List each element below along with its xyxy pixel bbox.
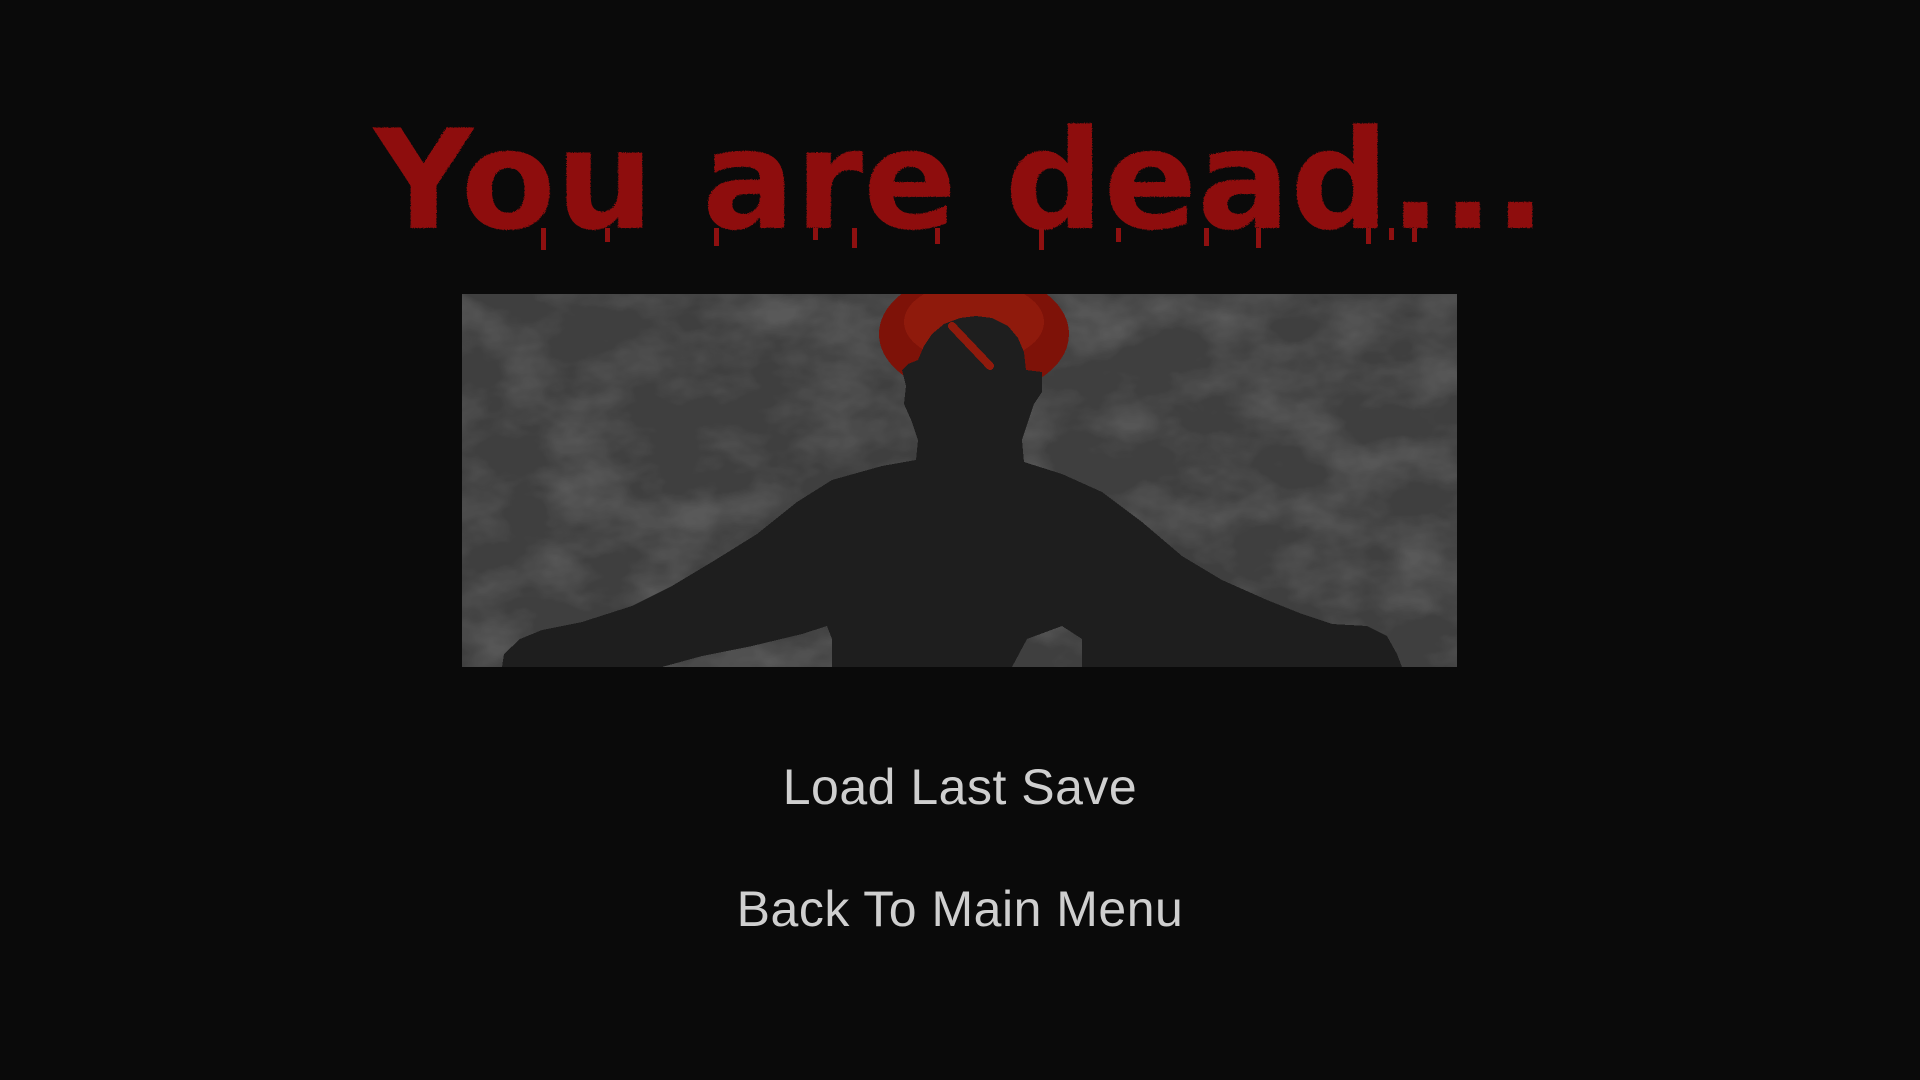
- load-last-save-button[interactable]: Load Last Save: [0, 758, 1920, 816]
- death-image: [462, 294, 1457, 667]
- death-title: You are dead...: [0, 110, 1920, 270]
- back-to-main-menu-button[interactable]: Back To Main Menu: [0, 880, 1920, 938]
- death-screen: You are dead... Load Last Save Back To M…: [0, 0, 1920, 1080]
